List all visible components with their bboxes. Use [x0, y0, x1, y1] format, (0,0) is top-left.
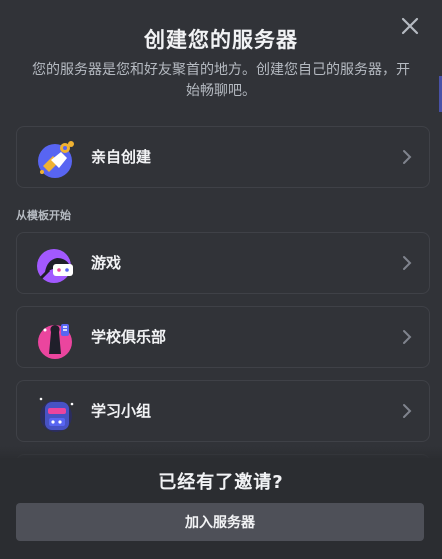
template-study-group-option[interactable]: 学习小组 — [16, 380, 430, 442]
modal-subtitle: 您的服务器是您和好友聚首的地方。创建您自己的服务器，开始畅聊吧。 — [32, 62, 410, 99]
template-school-club-label: 学校俱乐部 — [91, 328, 167, 346]
template-gaming-label: 游戏 — [91, 254, 122, 272]
chevron-right-icon — [403, 330, 412, 344]
modal-title: 创建您的服务器 — [144, 28, 298, 52]
create-own-option[interactable]: 亲自创建 — [16, 126, 430, 188]
create-server-icon — [35, 138, 77, 180]
template-gaming-option[interactable]: 游戏 — [16, 232, 430, 294]
gaming-icon — [35, 244, 77, 286]
chevron-right-icon — [403, 150, 412, 164]
school-club-icon — [35, 318, 77, 360]
chevron-right-icon — [403, 404, 412, 418]
footer-title: 已经有了邀请? — [158, 472, 284, 493]
chevron-right-icon — [403, 256, 412, 270]
template-school-club-option[interactable]: 学校俱乐部 — [16, 306, 430, 368]
join-server-button[interactable]: 加入服务器 — [16, 503, 424, 541]
study-group-icon — [35, 392, 77, 434]
create-server-modal: 创建您的服务器 您的服务器是您和好友聚首的地方。创建您自己的服务器，开始畅聊吧。… — [0, 0, 442, 559]
create-own-label: 亲自创建 — [91, 148, 152, 166]
template-study-group-label: 学习小组 — [91, 402, 152, 420]
template-section-label: 从模板开始 — [16, 209, 71, 222]
